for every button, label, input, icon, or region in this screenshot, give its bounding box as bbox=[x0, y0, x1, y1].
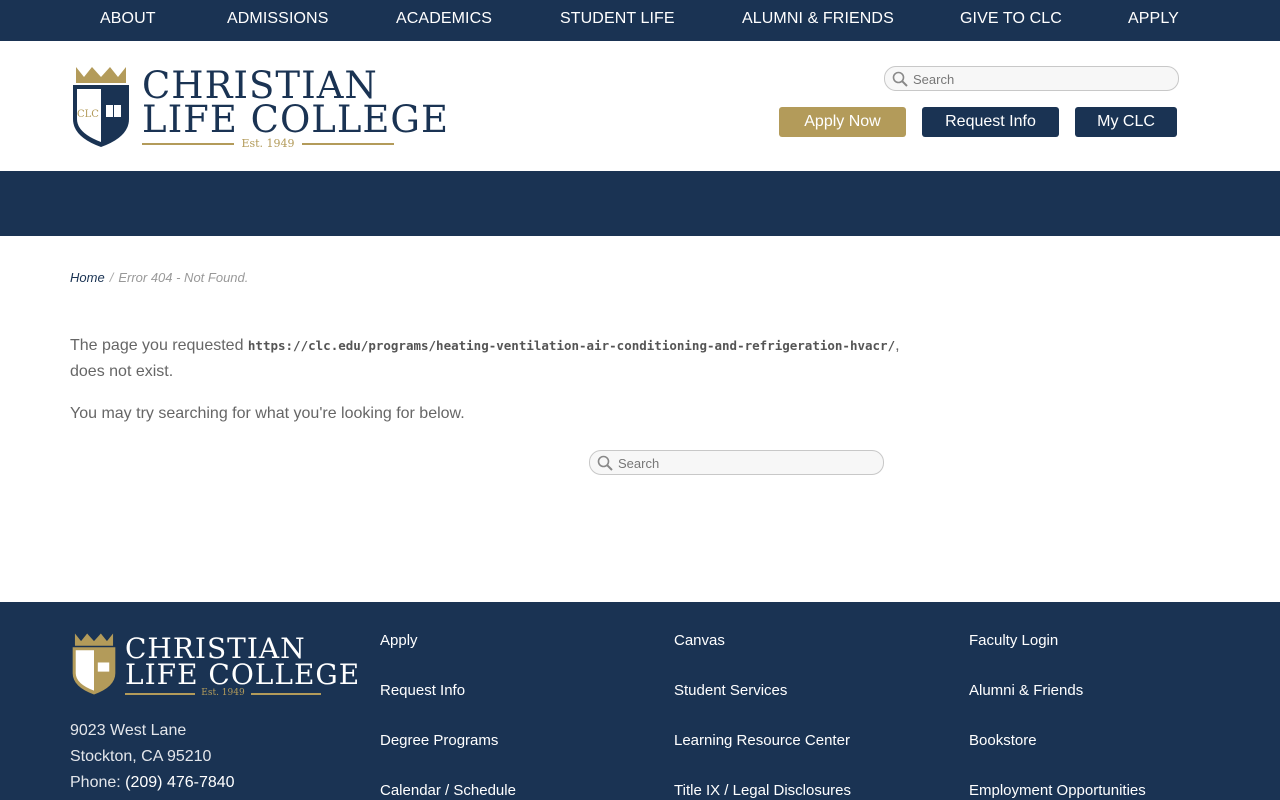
footer-link-title-ix[interactable]: Title IX / Legal Disclosures bbox=[674, 782, 851, 800]
nav-admissions[interactable]: ADMISSIONS bbox=[227, 10, 328, 28]
requested-url: https://clc.edu/programs/heating-ventila… bbox=[247, 338, 896, 353]
breadcrumb: Home / Error 404 - Not Found. bbox=[70, 270, 248, 285]
footer-link-bookstore[interactable]: Bookstore bbox=[969, 732, 1146, 782]
nav-about[interactable]: ABOUT bbox=[100, 10, 156, 28]
footer-logo[interactable]: CHRISTIAN LIFE COLLEGE Est. 1949 bbox=[70, 632, 359, 698]
search-icon bbox=[892, 71, 908, 87]
phone-label: Phone: bbox=[70, 774, 126, 791]
breadcrumb-home[interactable]: Home bbox=[70, 270, 105, 285]
footer-link-apply[interactable]: Apply bbox=[380, 632, 516, 682]
crown-shield-crest-icon: CLC bbox=[73, 67, 129, 147]
message-prefix: The page you requested bbox=[70, 337, 248, 354]
footer-link-faculty-login[interactable]: Faculty Login bbox=[969, 632, 1146, 682]
footer-address: 9023 West Lane Stockton, CA 95210 Phone:… bbox=[70, 718, 235, 796]
phone-number-link[interactable]: (209) 476-7840 bbox=[125, 774, 234, 791]
footer-link-employment[interactable]: Employment Opportunities bbox=[969, 782, 1146, 800]
crown-shield-crest-icon bbox=[72, 633, 116, 695]
footer-column-2: Canvas Student Services Learning Resourc… bbox=[674, 632, 851, 800]
nav-student-life[interactable]: STUDENT LIFE bbox=[560, 10, 675, 28]
footer-logo-established: Est. 1949 bbox=[125, 688, 321, 698]
breadcrumb-separator: / bbox=[109, 270, 114, 285]
request-info-button[interactable]: Request Info bbox=[922, 107, 1059, 137]
header-search bbox=[884, 66, 1179, 91]
apply-now-button[interactable]: Apply Now bbox=[779, 107, 906, 137]
logo-text-line2: LIFE COLLEGE bbox=[142, 98, 449, 141]
address-line1: 9023 West Lane bbox=[70, 722, 187, 739]
my-clc-button[interactable]: My CLC bbox=[1075, 107, 1177, 137]
footer-link-alumni-friends[interactable]: Alumni & Friends bbox=[969, 682, 1146, 732]
page-search-input[interactable] bbox=[618, 454, 875, 472]
header-search-input[interactable] bbox=[913, 70, 1170, 88]
site-footer: CHRISTIAN LIFE COLLEGE Est. 1949 9023 We… bbox=[0, 602, 1280, 800]
logo-established: Est. 1949 bbox=[142, 137, 394, 150]
college-logo[interactable]: CLC CHRISTIAN LIFE COLLEGE Est. 1949 bbox=[70, 65, 448, 151]
search-icon bbox=[597, 455, 613, 471]
footer-column-1: Apply Request Info Degree Programs Calen… bbox=[380, 632, 516, 800]
footer-link-calendar-schedule[interactable]: Calendar / Schedule bbox=[380, 782, 516, 800]
footer-link-learning-resource-center[interactable]: Learning Resource Center bbox=[674, 732, 851, 782]
not-found-message: The page you requested https://clc.edu/p… bbox=[70, 333, 900, 385]
breadcrumb-current: Error 404 - Not Found. bbox=[118, 270, 249, 285]
footer-logo-line2: LIFE COLLEGE bbox=[125, 658, 361, 691]
page-banner bbox=[0, 171, 1280, 236]
page-search bbox=[589, 450, 884, 475]
nav-academics[interactable]: ACADEMICS bbox=[396, 10, 492, 28]
crest-text: CLC bbox=[77, 109, 99, 120]
footer-column-3: Faculty Login Alumni & Friends Bookstore… bbox=[969, 632, 1146, 800]
top-navigation: ABOUT ADMISSIONS ACADEMICS STUDENT LIFE … bbox=[0, 0, 1280, 41]
address-line2: Stockton, CA 95210 bbox=[70, 748, 212, 765]
nav-give-to-clc[interactable]: GIVE TO CLC bbox=[960, 10, 1062, 28]
footer-link-degree-programs[interactable]: Degree Programs bbox=[380, 732, 516, 782]
search-suggestion: You may try searching for what you're lo… bbox=[70, 405, 465, 422]
footer-link-canvas[interactable]: Canvas bbox=[674, 632, 851, 682]
site-header: CLC CHRISTIAN LIFE COLLEGE Est. 1949 App… bbox=[0, 41, 1280, 171]
nav-alumni-friends[interactable]: ALUMNI & FRIENDS bbox=[742, 10, 894, 28]
footer-link-student-services[interactable]: Student Services bbox=[674, 682, 851, 732]
nav-apply[interactable]: APPLY bbox=[1128, 10, 1179, 28]
footer-link-request-info[interactable]: Request Info bbox=[380, 682, 516, 732]
phone-line: Phone: (209) 476-7840 bbox=[70, 770, 235, 796]
